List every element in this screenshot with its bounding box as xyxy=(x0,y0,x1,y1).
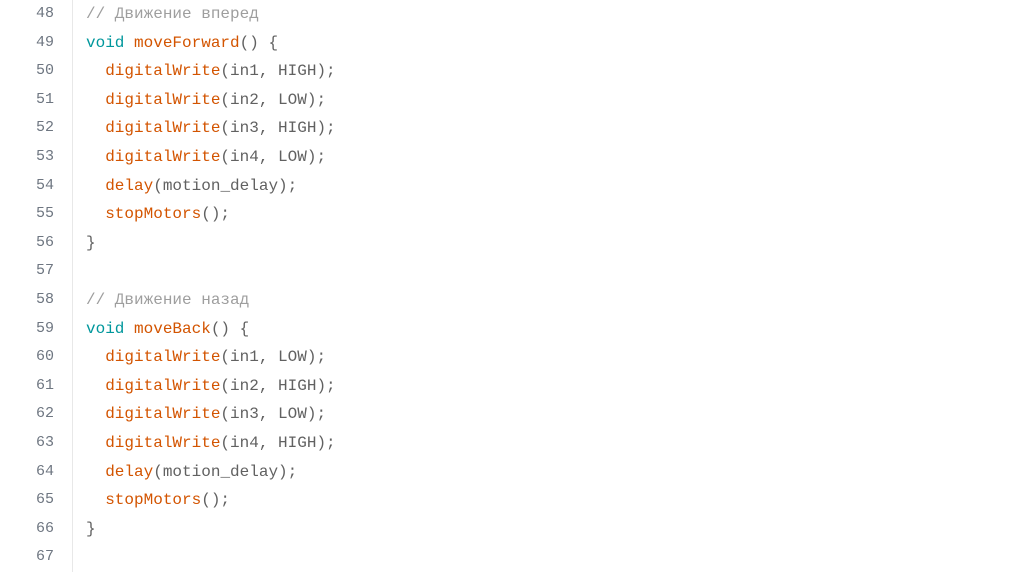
line-number: 49 xyxy=(0,29,54,58)
line-number: 58 xyxy=(0,286,54,315)
code-line[interactable]: stopMotors(); xyxy=(86,200,1022,229)
line-number: 59 xyxy=(0,315,54,344)
code-line[interactable]: stopMotors(); xyxy=(86,486,1022,515)
code-line[interactable]: digitalWrite(in3, LOW); xyxy=(86,400,1022,429)
code-line[interactable]: digitalWrite(in3, HIGH); xyxy=(86,114,1022,143)
code-line[interactable]: void moveForward() { xyxy=(86,29,1022,58)
code-editor-area[interactable]: // Движение впередvoid moveForward() { d… xyxy=(72,0,1022,572)
code-line[interactable]: digitalWrite(in1, HIGH); xyxy=(86,57,1022,86)
code-line[interactable]: // Движение вперед xyxy=(86,0,1022,29)
code-line[interactable]: void moveBack() { xyxy=(86,315,1022,344)
line-number: 52 xyxy=(0,114,54,143)
code-line[interactable]: digitalWrite(in2, LOW); xyxy=(86,86,1022,115)
line-number: 55 xyxy=(0,200,54,229)
code-line[interactable]: digitalWrite(in1, LOW); xyxy=(86,343,1022,372)
code-line[interactable]: digitalWrite(in4, LOW); xyxy=(86,143,1022,172)
line-number: 60 xyxy=(0,343,54,372)
code-line[interactable]: digitalWrite(in4, HIGH); xyxy=(86,429,1022,458)
code-line[interactable]: } xyxy=(86,229,1022,258)
line-number-gutter: 4849505152535455565758596061626364656667 xyxy=(0,0,72,572)
line-number: 65 xyxy=(0,486,54,515)
code-line[interactable] xyxy=(86,257,1022,286)
code-line[interactable]: } xyxy=(86,515,1022,544)
line-number: 66 xyxy=(0,515,54,544)
line-number: 61 xyxy=(0,372,54,401)
code-line[interactable]: delay(motion_delay); xyxy=(86,458,1022,487)
line-number: 50 xyxy=(0,57,54,86)
line-number: 64 xyxy=(0,458,54,487)
line-number: 48 xyxy=(0,0,54,29)
line-number: 54 xyxy=(0,172,54,201)
line-number: 57 xyxy=(0,257,54,286)
code-line[interactable]: // Движение назад xyxy=(86,286,1022,315)
line-number: 56 xyxy=(0,229,54,258)
code-line[interactable]: delay(motion_delay); xyxy=(86,172,1022,201)
line-number: 51 xyxy=(0,86,54,115)
line-number: 63 xyxy=(0,429,54,458)
line-number: 62 xyxy=(0,400,54,429)
line-number: 53 xyxy=(0,143,54,172)
code-line[interactable]: digitalWrite(in2, HIGH); xyxy=(86,372,1022,401)
indent-guide xyxy=(72,0,73,572)
